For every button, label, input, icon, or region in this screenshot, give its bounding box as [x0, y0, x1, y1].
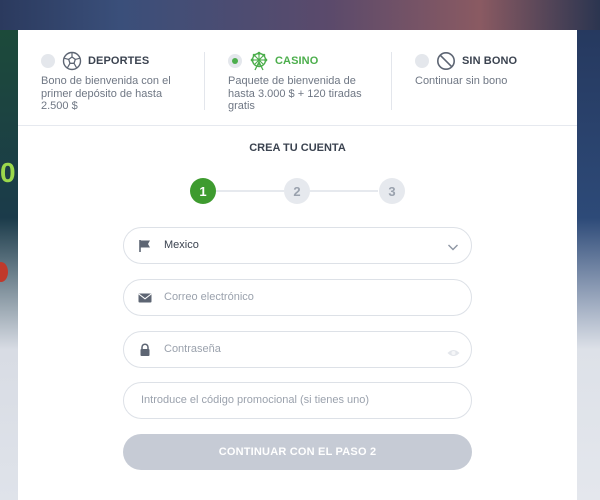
step-indicator: 1 2 3: [18, 178, 577, 204]
bonus-title-casino: CASINO: [275, 55, 319, 67]
continue-button[interactable]: CONTINUAR CON EL PASO 2: [123, 434, 472, 470]
promo-code-placeholder: Introduce el código promocional (si tien…: [141, 394, 370, 406]
bonus-title-sin-bono: SIN BONO: [462, 55, 518, 67]
no-entry-icon: [436, 51, 456, 71]
step-3: 3: [379, 178, 405, 204]
step-connector: [216, 190, 284, 192]
soccer-ball-icon: [62, 51, 82, 71]
bonus-desc-casino: Paquete de bienvenida de hasta 3.000 $ +…: [228, 75, 362, 113]
step-1: 1: [190, 178, 216, 204]
country-select[interactable]: Mexico: [123, 227, 472, 264]
bonus-desc-line: Paquete de bienvenida de: [228, 75, 356, 87]
country-value: Mexico: [164, 239, 199, 251]
bonus-radio-casino[interactable]: [228, 54, 242, 68]
bonus-desc-sin-bono: Continuar sin bono: [415, 75, 517, 88]
bonus-option-deportes[interactable]: DEPORTES Bono de bienvenida con el prime…: [41, 50, 171, 113]
bonus-title-deportes: DEPORTES: [88, 55, 150, 67]
bonus-options: DEPORTES Bono de bienvenida con el prime…: [18, 30, 577, 126]
bonus-desc-line: hasta 3.000 $ + 120 tiradas: [228, 87, 362, 100]
envelope-icon: [138, 291, 152, 305]
ferris-wheel-icon: [249, 51, 269, 71]
chevron-down-icon[interactable]: [447, 240, 459, 252]
registration-modal: DEPORTES Bono de bienvenida con el prime…: [18, 30, 577, 500]
lock-icon: [138, 343, 152, 357]
background-digit: 0: [0, 157, 16, 188]
divider: [204, 52, 205, 110]
password-field[interactable]: Contraseña: [123, 331, 472, 368]
background-right-edge: [577, 30, 600, 500]
bonus-desc-line: Bono de bienvenida con el: [41, 75, 171, 87]
email-field[interactable]: Correo electrónico: [123, 279, 472, 316]
promo-code-field[interactable]: Introduce el código promocional (si tien…: [123, 382, 472, 419]
background-banner: [0, 0, 600, 30]
background-left-edge: 0: [0, 30, 18, 500]
password-placeholder: Contraseña: [164, 343, 221, 355]
bonus-desc-line: primer depósito de hasta: [41, 87, 163, 100]
bonus-desc-line: 2.500 $: [41, 100, 78, 112]
eye-icon[interactable]: [447, 345, 460, 356]
divider: [391, 52, 392, 110]
bonus-radio-sin-bono[interactable]: [415, 54, 429, 68]
step-2: 2: [284, 178, 310, 204]
step-connector: [310, 190, 378, 192]
bonus-desc-line: gratis: [228, 100, 255, 112]
bonus-desc-deportes: Bono de bienvenida con el primer depósit…: [41, 75, 171, 113]
background-red-dot: [0, 262, 8, 282]
flag-icon: [138, 239, 152, 253]
bonus-option-casino[interactable]: CASINO Paquete de bienvenida de hasta 3.…: [228, 50, 362, 113]
form-heading: CREA TU CUENTA: [249, 142, 346, 154]
bonus-desc-line: Continuar sin bono: [415, 75, 508, 87]
bonus-radio-deportes[interactable]: [41, 54, 55, 68]
email-placeholder: Correo electrónico: [164, 291, 254, 303]
bonus-option-sin-bono[interactable]: SIN BONO Continuar sin bono: [415, 50, 517, 88]
